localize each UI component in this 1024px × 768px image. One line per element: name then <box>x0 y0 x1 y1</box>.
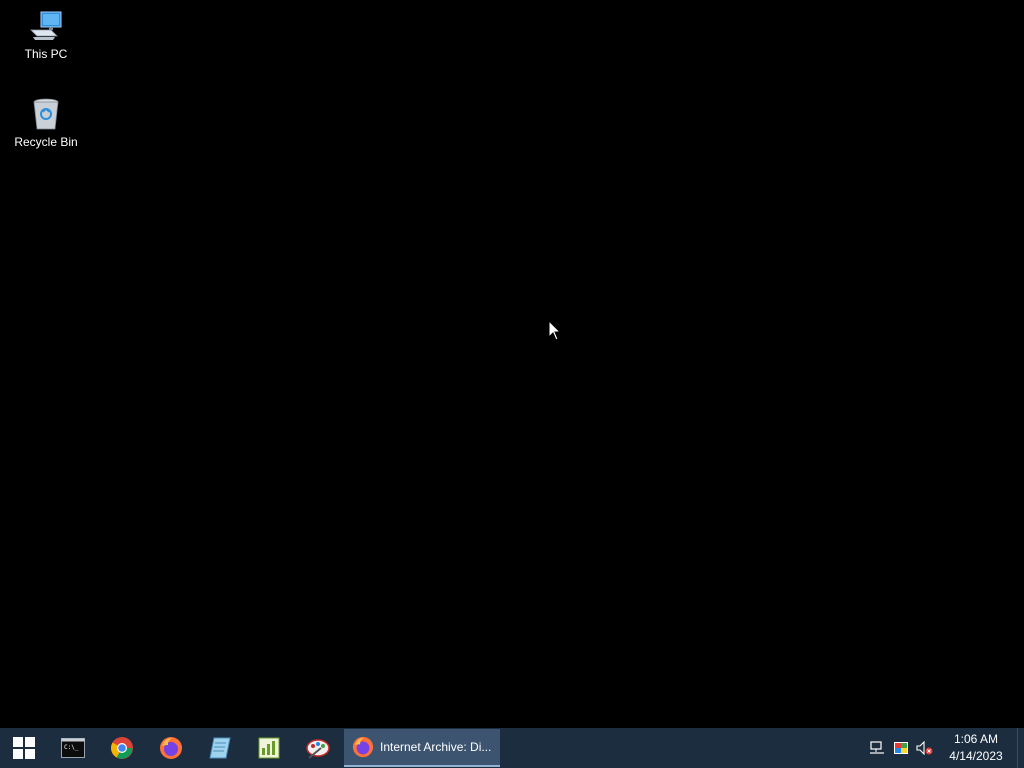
taskbar-window-internet-archive[interactable]: Internet Archive: Di... <box>344 729 500 767</box>
taskbar-command-prompt[interactable]: C:\_ <box>48 728 97 768</box>
display-icon[interactable] <box>889 728 913 768</box>
computer-icon <box>26 6 66 46</box>
show-desktop-button[interactable] <box>1017 728 1024 768</box>
taskbar-spreadsheet-editor[interactable] <box>244 728 293 768</box>
system-tray: 1:06 AM 4/14/2023 <box>865 728 1024 768</box>
notepad-icon <box>208 737 231 759</box>
paint-icon <box>305 739 330 759</box>
firefox-icon <box>159 737 182 759</box>
svg-text:C:\_: C:\_ <box>64 744 79 751</box>
spreadsheet-icon <box>258 737 279 759</box>
desktop-icon-label: This PC <box>24 47 68 61</box>
taskbar-notepad[interactable] <box>195 728 244 768</box>
firefox-icon <box>352 736 374 758</box>
taskbar-paint-tool[interactable] <box>293 728 342 768</box>
desktop-icon-label: Recycle Bin <box>14 135 78 149</box>
chrome-icon <box>110 737 133 759</box>
clock[interactable]: 1:06 AM 4/14/2023 <box>939 731 1013 765</box>
windows-logo-icon <box>13 737 35 759</box>
desktop-icon-recycle-bin[interactable]: Recycle Bin <box>8 94 84 149</box>
taskbar-window-title: Internet Archive: Di... <box>380 740 492 754</box>
start-button[interactable] <box>0 728 48 768</box>
network-icon[interactable] <box>865 728 889 768</box>
recycle-bin-icon <box>26 94 66 134</box>
taskbar-google-chrome[interactable] <box>97 728 146 768</box>
clock-date: 4/14/2023 <box>949 749 1003 763</box>
mouse-cursor-icon <box>548 320 562 341</box>
volume-muted-icon[interactable] <box>913 728 937 768</box>
taskbar-firefox[interactable] <box>146 728 195 768</box>
desktop[interactable]: This PC Recycle Bin <box>0 0 1024 728</box>
taskbar: C:\_ Internet Archive: Di... 1:06 AM 4/1… <box>0 728 1024 768</box>
desktop-icon-this-pc[interactable]: This PC <box>8 6 84 61</box>
clock-time: 1:06 AM <box>953 732 999 746</box>
terminal-icon: C:\_ <box>60 738 85 758</box>
